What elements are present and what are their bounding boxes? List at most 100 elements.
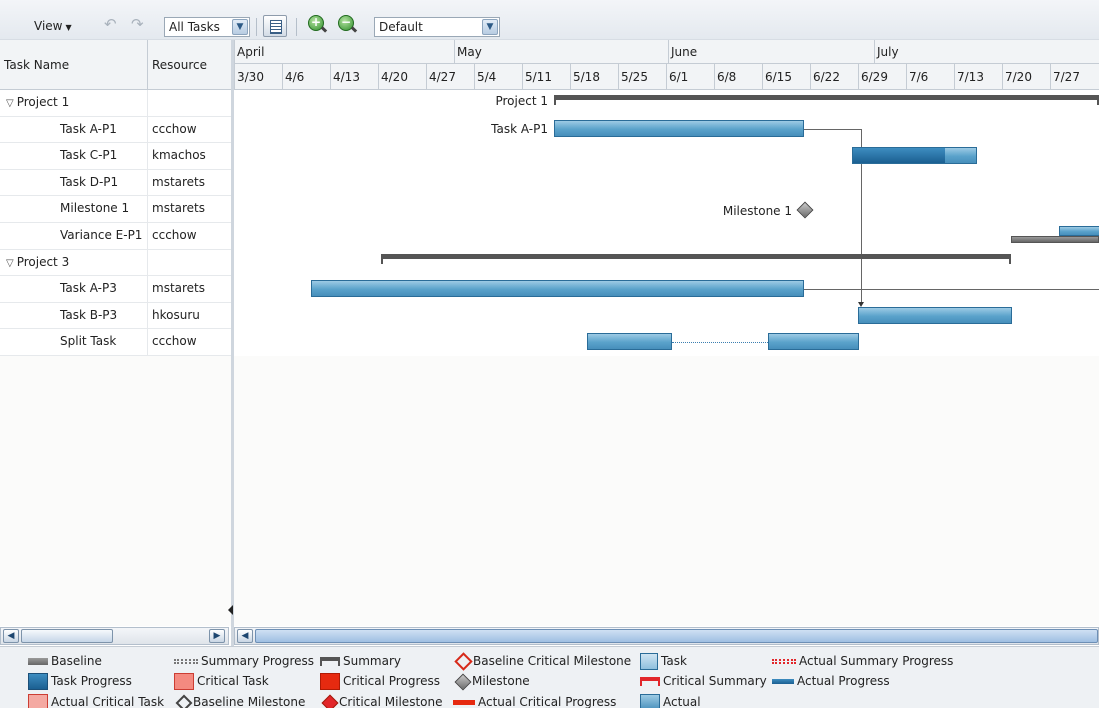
week-label: 6/8 bbox=[714, 64, 762, 90]
task-bar-task-a-p1[interactable] bbox=[554, 120, 804, 137]
summary-bar-project-1[interactable] bbox=[554, 95, 1099, 105]
layout-select-value: Default bbox=[379, 20, 423, 34]
scrollbar-thumb[interactable] bbox=[21, 629, 113, 643]
resource-cell: ccchow bbox=[152, 121, 197, 136]
bar-label-project-1: Project 1 bbox=[495, 94, 548, 108]
undo-icon[interactable]: ↶ bbox=[104, 15, 117, 33]
chevron-down-icon[interactable]: ▼ bbox=[232, 19, 248, 35]
chevron-down-icon[interactable]: ▼ bbox=[482, 19, 498, 35]
task-table-body: ▽ Project 1 Task A-P1 ccchow Task C-P1 km… bbox=[0, 90, 232, 356]
scroll-right-icon[interactable]: ▶ bbox=[209, 629, 225, 643]
critical-task-swatch-icon bbox=[174, 673, 194, 690]
expand-toggle-icon[interactable]: ▽ bbox=[6, 258, 14, 269]
task-name-cell: Project 3 bbox=[16, 254, 70, 269]
actual-critical-progress-swatch-icon bbox=[453, 700, 475, 705]
table-row[interactable]: ▽ Project 1 bbox=[0, 90, 232, 117]
table-row[interactable]: Split Task ccchow bbox=[0, 329, 232, 356]
week-label: 4/20 bbox=[378, 64, 426, 90]
baseline-bar-variance-e-p1 bbox=[1011, 236, 1099, 243]
week-label: 4/13 bbox=[330, 64, 378, 90]
summary-progress-swatch-icon bbox=[174, 659, 198, 664]
resource-cell bbox=[148, 90, 232, 116]
chart-horizontal-scrollbar[interactable]: ◀ bbox=[234, 627, 1099, 645]
baseline-swatch-icon bbox=[28, 658, 48, 665]
week-label: 7/27 bbox=[1050, 64, 1099, 90]
week-label: 5/11 bbox=[522, 64, 570, 90]
task-name-cell: Task D-P1 bbox=[0, 169, 148, 196]
dependency-line bbox=[804, 129, 861, 130]
resource-cell bbox=[148, 250, 232, 276]
legend-item-actual-critical-progress: Actual Critical Progress bbox=[453, 693, 616, 708]
table-row[interactable]: Milestone 1 mstarets bbox=[0, 196, 232, 223]
legend-item-baseline-critical-milestone: Baseline Critical Milestone bbox=[453, 652, 631, 671]
table-row[interactable]: Task A-P1 ccchow bbox=[0, 116, 232, 144]
task-filter-value: All Tasks bbox=[169, 20, 220, 34]
column-header-task-name[interactable]: Task Name bbox=[0, 40, 148, 90]
scroll-left-icon[interactable]: ◀ bbox=[3, 629, 19, 643]
actual-critical-task-swatch-icon bbox=[28, 694, 48, 708]
table-row[interactable]: Variance E-P1 ccchow bbox=[0, 222, 232, 250]
legend-item-critical-summary: Critical Summary bbox=[640, 672, 767, 690]
expand-toggle-icon[interactable]: ▽ bbox=[6, 98, 14, 109]
summary-swatch-icon bbox=[320, 657, 340, 666]
week-label: 7/13 bbox=[954, 64, 1002, 90]
resource-cell: hkosuru bbox=[152, 307, 200, 322]
table-row[interactable]: ▽ Project 3 bbox=[0, 249, 232, 277]
zoom-out-icon[interactable]: − bbox=[338, 15, 354, 31]
legend-item-actual-progress: Actual Progress bbox=[772, 672, 890, 690]
month-may: May bbox=[454, 40, 668, 64]
scroll-left-icon[interactable]: ◀ bbox=[237, 629, 253, 643]
week-label: 6/1 bbox=[666, 64, 714, 90]
milestone-diamond-icon[interactable] bbox=[796, 201, 814, 219]
week-label: 4/6 bbox=[282, 64, 330, 90]
timeline-months: April May June July bbox=[234, 40, 1099, 64]
table-row[interactable]: Task B-P3 hkosuru bbox=[0, 302, 232, 330]
resource-cell: mstarets bbox=[152, 174, 206, 189]
week-label: 6/15 bbox=[762, 64, 810, 90]
baseline-milestone-swatch-icon bbox=[175, 694, 193, 708]
gantt-chart-area: Project 1 Task A-P1 Milestone 1 bbox=[234, 90, 1099, 356]
bar-label-milestone-1: Milestone 1 bbox=[722, 204, 792, 218]
table-horizontal-scrollbar[interactable]: ◀ ▶ bbox=[0, 627, 229, 645]
view-menu-label: View bbox=[34, 19, 63, 33]
bar-label-task-a-p1: Task A-P1 bbox=[491, 122, 548, 136]
scrollbar-thumb[interactable] bbox=[255, 629, 1098, 643]
task-bar-task-a-p3[interactable] bbox=[311, 280, 804, 297]
week-label: 5/18 bbox=[570, 64, 618, 90]
week-label: 4/27 bbox=[426, 64, 474, 90]
resource-cell: ccchow bbox=[152, 227, 197, 242]
legend-item-summary-progress: Summary Progress bbox=[174, 652, 314, 670]
task-filter-select[interactable]: All Tasks ▼ bbox=[164, 17, 250, 37]
view-menu[interactable]: View ▼ bbox=[34, 19, 72, 33]
critical-progress-swatch-icon bbox=[320, 673, 340, 690]
task-name-cell: Variance E-P1 bbox=[0, 222, 148, 249]
redo-icon[interactable]: ↷ bbox=[131, 15, 144, 33]
task-bar-split-task-part-1[interactable] bbox=[587, 333, 672, 350]
task-bar-task-b-p3[interactable] bbox=[858, 307, 1012, 324]
legend-item-actual-summary-progress: Actual Summary Progress bbox=[772, 652, 953, 670]
task-bar-variance-e-p1[interactable] bbox=[1059, 226, 1099, 236]
column-header-resource[interactable]: Resource bbox=[148, 40, 232, 90]
dependency-line bbox=[804, 289, 1099, 290]
task-name-cell: Task A-P1 bbox=[0, 116, 148, 143]
task-bar-split-task-part-2[interactable] bbox=[768, 333, 859, 350]
task-name-cell: Milestone 1 bbox=[0, 196, 148, 222]
task-name-cell: Task C-P1 bbox=[0, 143, 148, 169]
table-row[interactable]: Task C-P1 kmachos bbox=[0, 143, 232, 170]
task-bar-task-c-p1[interactable] bbox=[852, 147, 977, 164]
legend-item-critical-task: Critical Task bbox=[174, 672, 269, 690]
table-row[interactable]: Task D-P1 mstarets bbox=[0, 169, 232, 197]
table-row[interactable]: Task A-P3 mstarets bbox=[0, 276, 232, 303]
legend-item-task: Task bbox=[640, 652, 687, 670]
task-progress-bar bbox=[853, 148, 946, 163]
list-pane-toggle-button[interactable] bbox=[263, 15, 287, 37]
layout-select[interactable]: Default ▼ bbox=[374, 17, 500, 37]
legend-item-actual-critical-task: Actual Critical Task bbox=[28, 693, 164, 708]
collapse-pane-icon[interactable] bbox=[228, 605, 233, 615]
week-label: 7/6 bbox=[906, 64, 954, 90]
legend-item-baseline: Baseline bbox=[28, 652, 102, 670]
week-label: 7/20 bbox=[1002, 64, 1050, 90]
summary-bar-project-3[interactable] bbox=[381, 254, 1011, 264]
zoom-in-icon[interactable]: + bbox=[308, 15, 324, 31]
task-name-cell: Task A-P3 bbox=[0, 276, 148, 302]
